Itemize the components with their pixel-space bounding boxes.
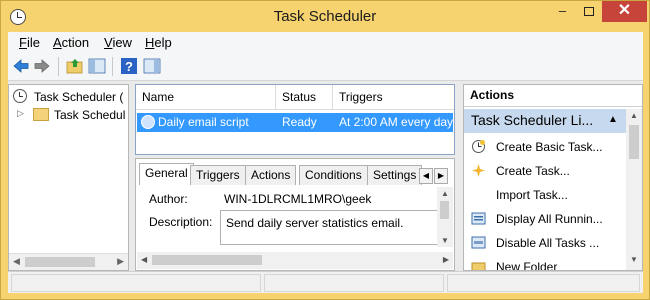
tab-scroll-right-icon[interactable]: ▶ [434,168,448,184]
description-field[interactable]: Send daily server statistics email. [220,210,450,245]
action-create-task[interactable]: Create Task... [464,159,626,183]
action-label: Display All Runnin... [496,212,603,226]
tree-item-root-label: Task Scheduler ( [34,90,124,104]
menu-view[interactable]: View [104,35,132,50]
tab-triggers[interactable]: Triggers [190,165,246,185]
action-display-running[interactable]: Display All Runnin... [464,207,626,231]
task-details-panel: General Triggers Actions Conditions Sett… [135,158,455,271]
disable-tasks-icon [471,236,486,249]
details-horizontal-scrollbar[interactable]: ◀ ▶ [137,252,453,269]
menu-bar: File Action View Help [8,32,643,53]
action-label: Create Basic Task... [496,140,603,154]
column-header-name[interactable]: Name [136,85,276,110]
action-label: Import Task... [496,188,568,202]
toolbar: ? [8,53,643,81]
back-arrow-icon[interactable] [12,57,30,75]
action-label: New Folder [496,260,558,271]
close-button[interactable]: ✕ [602,1,647,22]
svg-text:?: ? [125,59,133,74]
create-basic-task-icon [472,140,485,153]
help-icon[interactable]: ? [120,57,138,75]
clock-icon [13,89,27,103]
task-scheduler-window: Task Scheduler – ✕ File Action View Help [0,0,650,300]
menu-view-label: iew [112,35,132,50]
description-label: Description: [149,215,213,229]
console-tree[interactable]: Task Scheduler ( ▷ Task Schedul ◀ ▶ [8,84,129,271]
task-status-cell: Ready [282,115,317,129]
tab-actions[interactable]: Actions [245,165,297,185]
action-new-folder[interactable]: New Folder [464,255,626,271]
menu-file-accesskey: F [19,35,27,50]
scroll-down-arrow-icon[interactable]: ▼ [441,236,449,245]
table-row[interactable]: Daily email script Ready At 2:00 AM ever… [137,113,453,132]
maximize-button[interactable] [576,1,602,22]
collapse-caret-icon[interactable]: ▲ [608,114,618,125]
status-segment [11,274,261,292]
actions-pane: Actions Task Scheduler Li... ▲ Create Ba… [463,84,643,271]
scrollbar-thumb[interactable] [440,201,449,219]
tab-settings[interactable]: Settings [367,165,423,185]
task-list[interactable]: Name Status Triggers Daily email script … [135,84,455,155]
create-task-icon [472,164,485,177]
status-bar [8,271,643,293]
forward-arrow-icon[interactable] [33,57,51,75]
scroll-left-arrow-icon[interactable]: ◀ [13,256,20,267]
action-import-task[interactable]: Import Task... [464,183,626,207]
scroll-down-arrow-icon[interactable]: ▼ [630,255,638,264]
folder-clock-icon [33,108,49,121]
actions-header: Actions [464,85,642,107]
action-label: Create Task... [496,164,570,178]
scrollbar-thumb[interactable] [25,257,95,267]
scroll-up-arrow-icon[interactable]: ▲ [441,189,449,198]
tree-item-library-label: Task Schedul [54,108,126,122]
actions-group-header[interactable]: Task Scheduler Li... ▲ [464,109,626,133]
menu-file-label: ile [26,35,40,50]
maximize-icon [584,7,594,16]
actions-group-label: Task Scheduler Li... [471,112,594,128]
minimize-button[interactable]: – [549,1,576,22]
show-hide-action-pane-icon[interactable] [143,57,161,75]
menu-action-label: ction [61,35,90,50]
scroll-right-arrow-icon[interactable]: ▶ [443,255,449,264]
scrollbar-thumb[interactable] [629,125,639,159]
task-triggers-cell: At 2:00 AM every day [339,115,454,129]
author-label: Author: [149,192,188,206]
display-running-icon [471,212,486,225]
column-header-status[interactable]: Status [276,85,333,110]
menu-action[interactable]: Action [53,35,89,50]
menu-action-accesskey: A [53,35,62,50]
status-segment [264,274,444,292]
scroll-left-arrow-icon[interactable]: ◀ [141,255,147,264]
scrollbar-thumb[interactable] [152,255,262,265]
tab-conditions[interactable]: Conditions [299,165,368,185]
tree-horizontal-scrollbar[interactable]: ◀ ▶ [9,253,128,270]
description-value: Send daily server statistics email. [226,216,404,230]
column-header-triggers[interactable]: Triggers [333,85,454,110]
new-folder-icon [471,262,486,270]
action-label: Disable All Tasks ... [496,236,600,250]
details-vertical-scrollbar[interactable]: ▲ ▼ [437,187,453,247]
title-bar[interactable]: Task Scheduler – ✕ [1,1,649,32]
tab-general[interactable]: General [139,163,194,185]
menu-file[interactable]: File [19,35,40,50]
action-create-basic-task[interactable]: Create Basic Task... [464,135,626,159]
menu-help-label: elp [154,35,172,50]
task-clock-icon [141,115,155,129]
action-disable-all-tasks[interactable]: Disable All Tasks ... [464,231,626,255]
status-segment [447,274,640,292]
menu-help-accesskey: H [145,35,155,50]
author-value[interactable]: WIN-1DLRCML1MRO\geek [224,192,371,206]
toolbar-separator [112,57,113,76]
scroll-right-arrow-icon[interactable]: ▶ [117,256,124,267]
show-hide-tree-icon[interactable] [88,57,106,75]
expand-chevron-icon[interactable]: ▷ [17,108,24,119]
menu-help[interactable]: Help [145,35,172,50]
scroll-up-arrow-icon[interactable]: ▲ [630,111,638,120]
up-folder-icon[interactable] [66,57,84,75]
task-name-cell: Daily email script [158,115,249,129]
actions-vertical-scrollbar[interactable]: ▲ ▼ [626,109,642,270]
main-content: Task Scheduler ( ▷ Task Schedul ◀ ▶ Name… [8,81,643,293]
toolbar-separator [58,57,59,76]
tab-scroll-left-icon[interactable]: ◀ [419,168,433,184]
